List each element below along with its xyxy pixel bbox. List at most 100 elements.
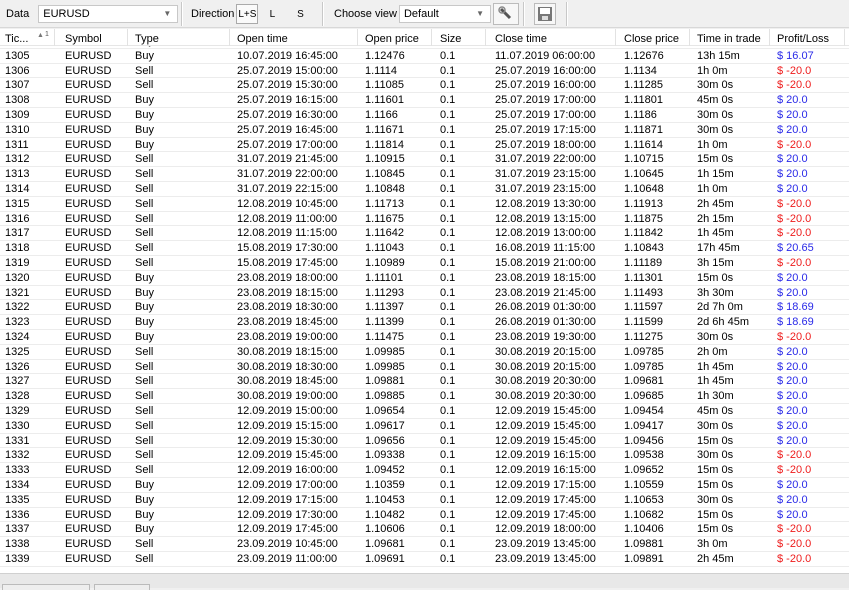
table-row[interactable]: 1337 EURUSD Buy 12.09.2019 17:45:00 1.10606 0…: [0, 522, 849, 538]
table-body: 1304EURUSDBuy10.07.2019 16:30:001.125060…: [0, 34, 849, 567]
column-header-open-price[interactable]: Open price: [358, 29, 432, 46]
cell-open-price: 1.11293: [365, 286, 404, 299]
bottom-tab[interactable]: [94, 584, 150, 590]
column-header-symbol[interactable]: Symbol: [55, 29, 128, 46]
column-header-label: Tic...: [5, 33, 29, 45]
cell-symbol: EURUSD: [65, 478, 112, 491]
settings-button[interactable]: [492, 3, 519, 25]
direction-s-button[interactable]: S: [289, 4, 311, 24]
direction-l-button[interactable]: L: [261, 4, 283, 24]
table-row[interactable]: 1338 EURUSD Sell 23.09.2019 10:45:00 1.09681…: [0, 537, 849, 552]
table-row[interactable]: 1324 EURUSD Buy 23.08.2019 19:00:00 1.11475 0…: [0, 330, 849, 345]
cell-time-in-trade: 15m 0s: [697, 434, 734, 447]
cell-size: 0.1: [440, 49, 456, 62]
table-row[interactable]: 1321 EURUSD Buy 23.08.2019 18:15:00 1.11293 0…: [0, 286, 849, 301]
table-row[interactable]: 1336 EURUSD Buy 12.09.2019 17:30:00 1.10482 0…: [0, 508, 849, 523]
cell-close-price: 1.11875: [624, 212, 663, 225]
table-row[interactable]: 1317 EURUSD Sell 12.08.2019 11:15:00 1.11642…: [0, 226, 849, 242]
cell-size: 0.1: [440, 168, 456, 181]
column-header-close-time[interactable]: Close time: [486, 29, 616, 46]
table-row[interactable]: 1328 EURUSD Sell 30.08.2019 19:00:00 1.09885…: [0, 389, 849, 404]
cell-close-time: 25.07.2019 18:00:00: [495, 138, 596, 151]
data-select[interactable]: EURUSD ▼: [38, 5, 179, 23]
cell-profit-loss: $ 20.0: [777, 434, 808, 447]
cell-open-time: 23.09.2019 11:00:00: [237, 552, 338, 565]
table-row[interactable]: 1309 EURUSD Buy 25.07.2019 16:30:00 1.1166 0.…: [0, 108, 849, 123]
cell-open-price: 1.10989: [365, 256, 405, 269]
cell-ticket: 1317: [5, 227, 30, 240]
sort-ascending-icon: ▲: [37, 32, 44, 39]
cell-type: Buy: [135, 478, 154, 491]
cell-symbol: EURUSD: [65, 138, 112, 151]
table-header: Tic... ▲ 1 Symbol Type Open time Open price Siz…: [0, 29, 849, 46]
cell-profit-loss: $ 20.0: [777, 153, 808, 166]
table-row[interactable]: 1315 EURUSD Sell 12.08.2019 10:45:00 1.11713…: [0, 197, 849, 212]
cell-open-price: 1.11085: [365, 79, 404, 92]
column-header-open-time[interactable]: Open time: [230, 29, 358, 46]
cell-type: Buy: [135, 508, 154, 521]
cell-symbol: EURUSD: [65, 538, 112, 551]
column-header-ticket[interactable]: Tic... ▲ 1: [0, 29, 55, 46]
cell-size: 0.1: [440, 123, 456, 136]
cell-symbol: EURUSD: [65, 419, 112, 432]
column-header-time-in-trade[interactable]: Time in trade: [690, 29, 770, 46]
table-row[interactable]: 1332 EURUSD Sell 12.09.2019 15:45:00 1.09338…: [0, 448, 849, 464]
table-row[interactable]: 1326 EURUSD Sell 30.08.2019 18:30:00 1.09985…: [0, 360, 849, 375]
table-row[interactable]: 1330 EURUSD Sell 12.09.2019 15:15:00 1.09617…: [0, 419, 849, 434]
column-header-close-price[interactable]: Close price: [616, 29, 690, 46]
table-row[interactable]: 1314 EURUSD Sell 31.07.2019 22:15:00 1.10848…: [0, 182, 849, 197]
table-row[interactable]: 1308 EURUSD Buy 25.07.2019 16:15:00 1.11601 0…: [0, 93, 849, 108]
table-row[interactable]: 1325 EURUSD Sell 30.08.2019 18:15:00 1.09985…: [0, 345, 849, 360]
view-select[interactable]: Default ▼: [398, 5, 491, 23]
table-row[interactable]: 1307 EURUSD Sell 25.07.2019 15:30:00 1.11085…: [0, 78, 849, 94]
table-row[interactable]: 1339 EURUSD Sell 23.09.2019 11:00:00 1.09691…: [0, 552, 849, 567]
divider: [181, 2, 183, 26]
cell-size: 0.1: [440, 508, 456, 521]
column-header-size[interactable]: Size: [432, 29, 486, 46]
table-row[interactable]: 1310 EURUSD Buy 25.07.2019 16:45:00 1.11671 0…: [0, 123, 849, 138]
cell-time-in-trade: 1h 45m: [697, 375, 734, 388]
table-row[interactable]: 1327 EURUSD Sell 30.08.2019 18:45:00 1.09881…: [0, 374, 849, 390]
cell-symbol: EURUSD: [65, 108, 112, 121]
table-row[interactable]: 1320 EURUSD Buy 23.08.2019 18:00:00 1.11101 0…: [0, 271, 849, 286]
table-row[interactable]: 1313 EURUSD Sell 31.07.2019 22:00:00 1.10845…: [0, 167, 849, 182]
table-row[interactable]: 1329 EURUSD Sell 12.09.2019 15:00:00 1.09654…: [0, 404, 849, 419]
table-row[interactable]: 1322 EURUSD Buy 23.08.2019 18:30:00 1.11397 0…: [0, 300, 849, 316]
table-row[interactable]: 1311 EURUSD Buy 25.07.2019 17:00:00 1.11814 0…: [0, 138, 849, 153]
table-row[interactable]: 1305 EURUSD Buy 10.07.2019 16:45:00 1.12476 0…: [0, 49, 849, 64]
bottom-tab[interactable]: [2, 584, 90, 590]
table-row[interactable]: 1334 EURUSD Buy 12.09.2019 17:00:00 1.10359 0…: [0, 478, 849, 493]
cell-profit-loss: $ 20.0: [777, 345, 808, 358]
cell-size: 0.1: [440, 197, 456, 210]
export-csv-button[interactable]: [534, 3, 556, 25]
table-row[interactable]: 1323 EURUSD Buy 23.08.2019 18:45:00 1.11399 0…: [0, 315, 849, 330]
cell-close-time: 23.09.2019 13:45:00: [495, 538, 596, 551]
direction-ls-button[interactable]: L+S: [236, 4, 259, 24]
table-row[interactable]: 1333 EURUSD Sell 12.09.2019 16:00:00 1.09452…: [0, 463, 849, 478]
divider: [523, 2, 525, 26]
table-row[interactable]: 1335 EURUSD Buy 12.09.2019 17:15:00 1.10453 0…: [0, 493, 849, 508]
column-header-profit-loss[interactable]: Profit/Loss: [770, 29, 845, 46]
cell-time-in-trade: 3h 15m: [697, 256, 734, 269]
table-row[interactable]: 1331 EURUSD Sell 12.09.2019 15:30:00 1.09656…: [0, 434, 849, 449]
table-row[interactable]: 1316 EURUSD Sell 12.08.2019 11:00:00 1.11675…: [0, 212, 849, 227]
table-row[interactable]: 1319 EURUSD Sell 15.08.2019 17:45:00 1.10989…: [0, 256, 849, 271]
cell-type: Sell: [135, 538, 154, 551]
view-group: Choose view Default ▼: [334, 0, 519, 28]
cell-open-price: 1.11399: [365, 316, 404, 329]
cell-time-in-trade: 2h 15m: [697, 212, 734, 225]
cell-profit-loss: $ -20.0: [777, 79, 812, 92]
cell-close-time: 12.09.2019 15:45:00: [495, 434, 596, 447]
cell-ticket: 1325: [5, 345, 30, 358]
cell-symbol: EURUSD: [65, 227, 112, 240]
table-row[interactable]: 1312 EURUSD Sell 31.07.2019 21:45:00 1.10915…: [0, 152, 849, 168]
cell-size: 0.1: [440, 478, 456, 491]
cell-time-in-trade: 30m 0s: [697, 79, 734, 92]
cell-close-price: 1.09681: [624, 375, 664, 388]
column-header-label: Profit/Loss: [777, 33, 829, 45]
cell-close-time: 15.08.2019 21:00:00: [495, 256, 596, 269]
table-row[interactable]: 1306 EURUSD Sell 25.07.2019 15:00:00 1.1114 0…: [0, 64, 849, 79]
cell-symbol: EURUSD: [65, 316, 112, 329]
column-header-type[interactable]: Type: [128, 29, 230, 46]
table-row[interactable]: 1318 EURUSD Sell 15.08.2019 17:30:00 1.11043…: [0, 241, 849, 256]
